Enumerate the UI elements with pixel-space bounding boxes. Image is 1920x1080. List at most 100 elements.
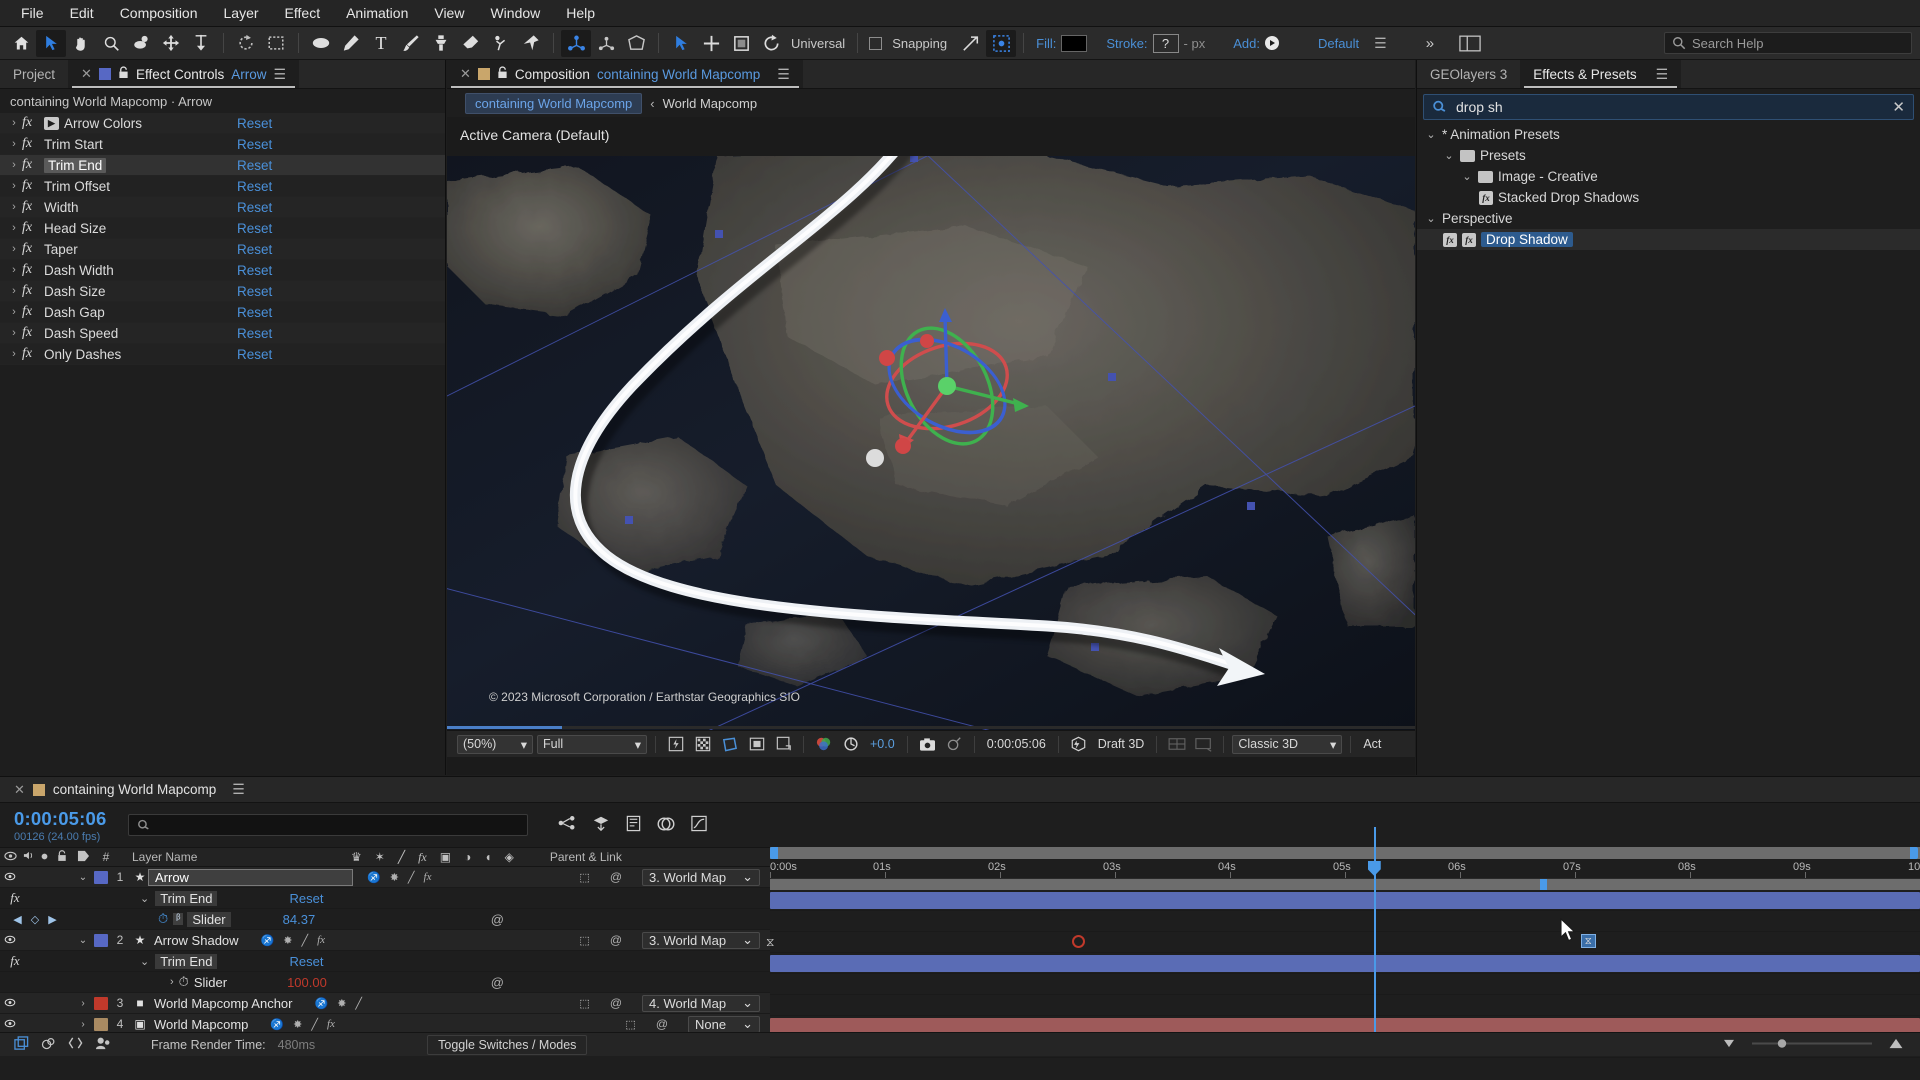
property-reset-link[interactable]: Reset [289, 954, 323, 969]
transparency-grid-icon[interactable] [691, 734, 714, 754]
property-pickwhip-icon[interactable]: @ [491, 975, 770, 990]
toggle-switches-icon[interactable] [14, 1036, 29, 1054]
timeline-track-area[interactable]: 0:00s01s02s03s04s05s06s07s08s09s10s ⧖⧖ [770, 847, 1920, 1037]
effect-property-row[interactable]: ›fxDash SpeedReset [0, 323, 445, 344]
layer-label-color[interactable] [94, 1018, 108, 1031]
effects-search-field[interactable]: drop sh ✕ [1423, 94, 1914, 120]
three-d-switch-icon[interactable]: ⬚ [625, 1018, 635, 1031]
snapping-toggle[interactable]: Snapping [865, 36, 956, 51]
timeline-zoom-out-icon[interactable] [1722, 1038, 1736, 1052]
clone-stamp-tool-icon[interactable] [426, 30, 456, 57]
fx-icon[interactable]: fx [22, 325, 44, 341]
3d-transform-gizmo-icon[interactable] [591, 30, 621, 57]
collapse-transformations-icon[interactable]: ✸ [283, 934, 292, 947]
tree-item-root[interactable]: ⌄* Animation Presets [1417, 124, 1920, 145]
expand-property-icon[interactable]: › [170, 976, 174, 988]
close-icon[interactable]: ✕ [460, 66, 471, 82]
panel-menu-icon[interactable]: ☰ [232, 781, 245, 798]
property-value[interactable]: 100.00 [287, 975, 327, 990]
video-switch-icon[interactable] [0, 870, 20, 884]
composition-viewer[interactable]: © 2023 Microsoft Corporation / Earthstar… [447, 156, 1415, 730]
collapse-transformations-icon[interactable]: ✸ [390, 871, 399, 884]
breadcrumb-current[interactable]: containing World Mapcomp [465, 93, 642, 114]
reset-link[interactable]: Reset [237, 158, 272, 173]
effects-switch-icon[interactable]: fx [327, 1018, 335, 1030]
dolly-tool-icon[interactable] [186, 30, 216, 57]
keyframe-circle[interactable] [1072, 935, 1085, 948]
layer-label-color[interactable] [94, 934, 108, 947]
workspace-overflow-icon[interactable]: » [1421, 35, 1439, 52]
track-row[interactable] [770, 953, 1920, 974]
work-area-start-handle[interactable] [770, 847, 778, 859]
three-d-switch-icon[interactable]: ⬚ [579, 934, 589, 947]
tree-item-effect[interactable]: fxfxDrop Shadow [1417, 229, 1920, 250]
track-row[interactable] [770, 995, 1920, 1016]
effect-property-row[interactable]: ›fxOnly DashesReset [0, 344, 445, 365]
draft-3d-label[interactable]: Draft 3D [1094, 737, 1149, 751]
renderer-options-icon[interactable] [1192, 734, 1215, 754]
reset-link[interactable]: Reset [237, 284, 272, 299]
property-row[interactable]: fx⌄Trim EndReset [0, 888, 770, 909]
grid-guides-icon[interactable] [772, 734, 795, 754]
parent-select[interactable]: 3. World Map⌄ [642, 932, 760, 949]
menu-item-window[interactable]: Window [477, 2, 553, 24]
expand-layer-icon[interactable]: ⌄ [72, 935, 94, 946]
property-row[interactable]: ◀◇▶⏱ᵝSlider84.37@ [0, 909, 770, 930]
keyframe-start-marker[interactable]: ⧖ [766, 935, 775, 948]
breadcrumb-chevron-icon[interactable]: ‹ [650, 96, 654, 111]
tab-composition[interactable]: ✕ Composition containing World Mapcomp ☰ [447, 60, 803, 88]
chevron-right-icon[interactable]: › [6, 327, 22, 339]
shape-tool-icon[interactable] [306, 30, 336, 57]
effect-property-row[interactable]: ›fxTaperReset [0, 239, 445, 260]
chevron-down-icon[interactable]: ⌄ [1425, 212, 1437, 225]
chevron-right-icon[interactable]: › [6, 138, 22, 150]
collapse-transformations-icon[interactable]: ✸ [337, 997, 346, 1010]
parent-pickwhip-icon[interactable]: @ [610, 870, 622, 884]
stopwatch-icon[interactable]: ⏱ [179, 974, 189, 990]
three-d-switch-icon[interactable]: ⬚ [579, 871, 589, 884]
keyframe-selected-marker[interactable]: ⧖ [1581, 934, 1596, 948]
parent-select[interactable]: 3. World Map⌄ [642, 869, 760, 886]
timeline-zoom-slider[interactable] [1752, 1038, 1872, 1052]
property-value[interactable]: 84.37 [283, 912, 316, 927]
reset-link[interactable]: Reset [237, 242, 272, 257]
fx-icon[interactable]: fx [22, 241, 44, 257]
effect-property-row[interactable]: ›fxTrim EndReset [0, 155, 445, 176]
fill-color-swatch[interactable] [1061, 35, 1087, 52]
tree-item-folder[interactable]: ⌄Presets [1417, 145, 1920, 166]
tab-effect-controls[interactable]: ✕ Effect Controls Arrow ☰ [68, 60, 299, 88]
zoom-level-select[interactable]: (50%) ▾ [457, 735, 533, 754]
zoom-tool-icon[interactable] [96, 30, 126, 57]
quality-switch-icon[interactable]: ╱ [301, 934, 308, 947]
snapping-target-icon[interactable] [986, 30, 1016, 57]
view-layout-label[interactable]: Act [1359, 737, 1385, 751]
reset-link[interactable]: Reset [237, 116, 272, 131]
effect-property-row[interactable]: ›fxDash SizeReset [0, 281, 445, 302]
tree-item-root[interactable]: ⌄Perspective [1417, 208, 1920, 229]
expand-layer-icon[interactable]: › [72, 998, 94, 1009]
property-name[interactable]: Trim End [155, 891, 217, 906]
work-area-start-marker[interactable] [1540, 879, 1547, 890]
collapse-transformations-icon[interactable]: ✸ [293, 1018, 302, 1031]
menu-item-file[interactable]: File [8, 2, 57, 24]
lock-icon[interactable] [118, 66, 129, 82]
timeline-search-input[interactable] [128, 814, 528, 836]
track-row[interactable] [770, 890, 1920, 911]
property-row[interactable]: fx⌄Trim EndReset [0, 951, 770, 972]
reset-link[interactable]: Reset [237, 137, 272, 152]
move-anchor-selection-icon[interactable] [666, 30, 696, 57]
fx-icon[interactable]: fx [22, 220, 44, 236]
composition-mini-flowchart-icon[interactable] [558, 815, 577, 835]
eraser-tool-icon[interactable] [456, 30, 486, 57]
property-pickwhip-icon[interactable]: @ [491, 912, 770, 927]
pan-tool-icon[interactable] [156, 30, 186, 57]
breadcrumb-parent[interactable]: World Mapcomp [663, 96, 757, 111]
snapping-checkbox[interactable] [869, 37, 882, 50]
graph-editor-icon[interactable] [690, 815, 708, 835]
chevron-right-icon[interactable]: › [6, 222, 22, 234]
layer-row[interactable]: ›3■World Mapcomp Anchor♐✸╱⬚@4. World Map… [0, 993, 770, 1014]
effect-property-row[interactable]: ›fxDash GapReset [0, 302, 445, 323]
reset-link[interactable]: Reset [237, 326, 272, 341]
brush-tool-icon[interactable] [396, 30, 426, 57]
draft-3d-icon[interactable] [1067, 734, 1090, 754]
